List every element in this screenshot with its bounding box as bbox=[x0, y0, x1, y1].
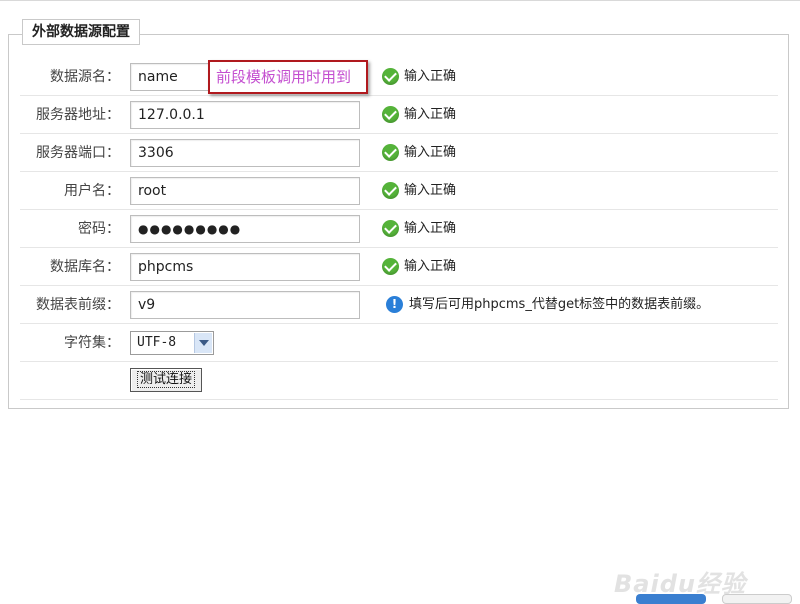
password-label: 密码： bbox=[78, 221, 120, 237]
form-row-server-port: 服务器端口： 3306 输入正确 bbox=[20, 134, 778, 172]
table-prefix-input[interactable]: v9 bbox=[130, 291, 360, 319]
test-connection-button[interactable]: 测试连接 bbox=[130, 368, 202, 392]
charset-select[interactable]: UTF-8 bbox=[130, 331, 214, 355]
status-text: 输入正确 bbox=[404, 145, 457, 160]
check-icon bbox=[382, 106, 399, 123]
server-port-label: 服务器端口： bbox=[36, 145, 120, 161]
server-address-input[interactable]: 127.0.0.1 bbox=[130, 101, 360, 129]
database-name-label: 数据库名： bbox=[50, 259, 120, 275]
server-port-input[interactable]: 3306 bbox=[130, 139, 360, 167]
table-prefix-hint: ! 填写后可用phpcms_代替get标签中的数据表前缀。 bbox=[386, 286, 709, 324]
datasource-name-status: 输入正确 bbox=[382, 58, 456, 96]
info-icon: ! bbox=[386, 296, 403, 313]
status-text: 输入正确 bbox=[404, 259, 457, 274]
form-row-username: 用户名： root 输入正确 bbox=[20, 172, 778, 210]
charset-selected-value: UTF-8 bbox=[137, 335, 177, 350]
form-row-charset: 字符集： UTF-8 bbox=[20, 324, 778, 362]
password-input[interactable]: ●●●●●●●●● bbox=[130, 215, 360, 243]
test-connection-label: 测试连接 bbox=[136, 371, 195, 388]
username-input[interactable]: root bbox=[130, 177, 360, 205]
status-text: 输入正确 bbox=[404, 107, 457, 122]
username-status: 输入正确 bbox=[382, 172, 456, 210]
fieldset-legend: 外部数据源配置 bbox=[22, 19, 140, 45]
check-icon bbox=[382, 182, 399, 199]
chevron-down-icon[interactable] bbox=[194, 333, 212, 353]
form-row-database-name: 数据库名： phpcms 输入正确 bbox=[20, 248, 778, 286]
table-prefix-label: 数据表前缀： bbox=[36, 297, 120, 313]
username-label: 用户名： bbox=[64, 183, 120, 199]
partial-blue-button[interactable] bbox=[636, 594, 706, 604]
password-status: 输入正确 bbox=[382, 210, 456, 248]
server-address-label: 服务器地址： bbox=[36, 107, 120, 123]
hint-text: 填写后可用phpcms_代替get标签中的数据表前缀。 bbox=[409, 297, 710, 312]
charset-label: 字符集： bbox=[64, 335, 120, 351]
check-icon bbox=[382, 144, 399, 161]
status-text: 输入正确 bbox=[404, 183, 457, 198]
form-row-table-prefix: 数据表前缀： v9 ! 填写后可用phpcms_代替get标签中的数据表前缀。 bbox=[20, 286, 778, 324]
annotation-callout: 前段模板调用时用到 bbox=[208, 60, 368, 94]
form-row-datasource-name: 数据源名： name 输入正确 bbox=[20, 58, 778, 96]
top-divider bbox=[0, 0, 800, 1]
check-icon bbox=[382, 258, 399, 275]
database-name-status: 输入正确 bbox=[382, 248, 456, 286]
check-icon bbox=[382, 68, 399, 85]
form-row-server-address: 服务器地址： 127.0.0.1 输入正确 bbox=[20, 96, 778, 134]
datasource-name-label: 数据源名： bbox=[50, 69, 120, 85]
server-address-status: 输入正确 bbox=[382, 96, 456, 134]
server-port-status: 输入正确 bbox=[382, 134, 456, 172]
status-text: 输入正确 bbox=[404, 221, 457, 236]
status-text: 输入正确 bbox=[404, 69, 457, 84]
form-row-password: 密码： ●●●●●●●●● 输入正确 bbox=[20, 210, 778, 248]
check-icon bbox=[382, 220, 399, 237]
database-name-input[interactable]: phpcms bbox=[130, 253, 360, 281]
partial-gray-button[interactable] bbox=[722, 594, 792, 604]
